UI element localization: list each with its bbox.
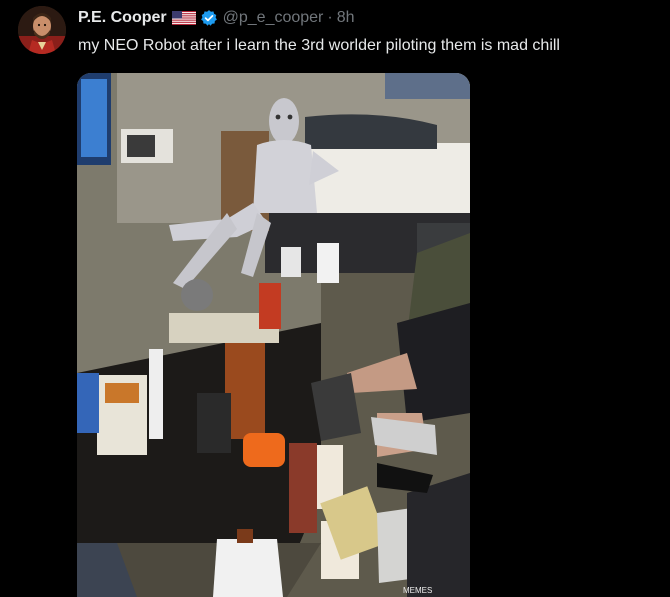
timestamp[interactable]: 8h (337, 8, 355, 28)
us-flag-icon (171, 11, 196, 25)
tweet-media-photo[interactable]: MEMES (77, 73, 470, 597)
separator-dot: · (327, 9, 333, 26)
room-photo: MEMES (77, 73, 470, 597)
verified-badge-icon[interactable] (200, 9, 218, 27)
tweet-header: P.E. Cooper @p_e_cooper · 8h (78, 8, 355, 28)
avatar[interactable] (18, 6, 66, 54)
watermark-text: MEMES (403, 586, 432, 595)
tweet: P.E. Cooper @p_e_cooper · 8h my NEO Robo… (0, 0, 670, 597)
avatar-image (18, 6, 66, 54)
display-name[interactable]: P.E. Cooper (78, 8, 167, 28)
tweet-text: my NEO Robot after i learn the 3rd world… (78, 37, 560, 54)
user-handle[interactable]: @p_e_cooper (223, 8, 324, 28)
